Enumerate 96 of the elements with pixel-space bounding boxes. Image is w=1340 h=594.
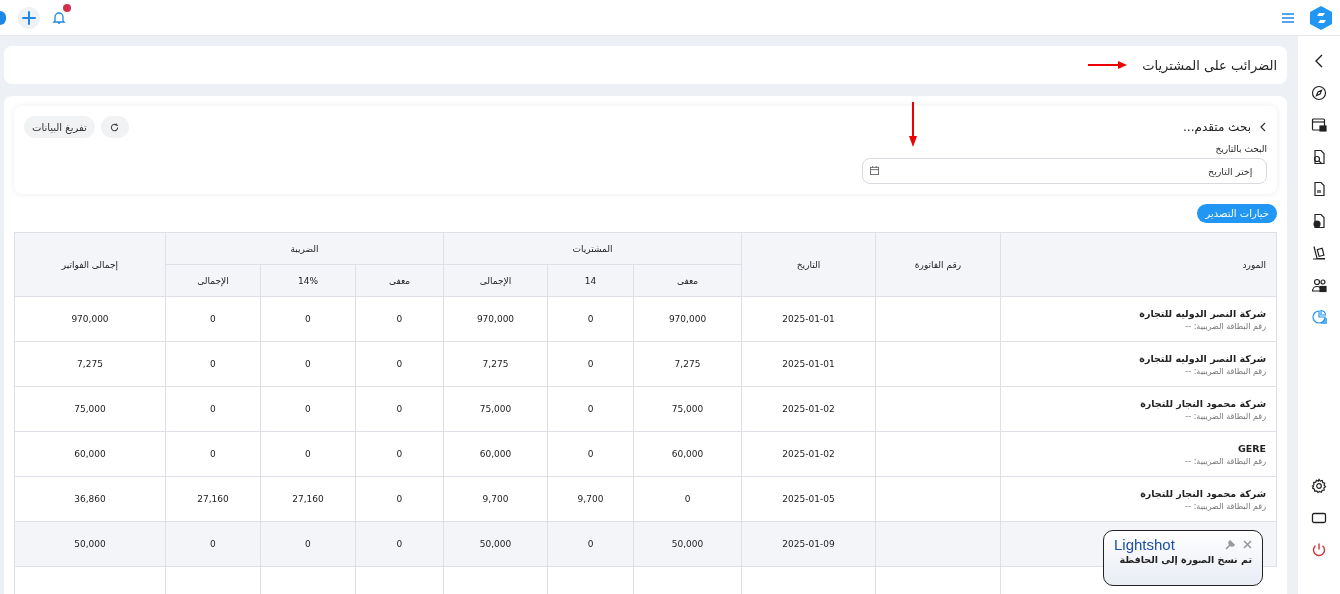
table-cell: 75,000 [633,386,742,432]
table-cell: 0 [165,431,261,477]
table-cell: 60,000 [633,431,742,477]
date-label: البحث بالتاريخ [1214,144,1267,154]
column-header: معفى [355,264,444,297]
table-cell: 0 [355,431,444,477]
table-cell: 2025-01-02 [741,431,876,477]
table-cell: 0 [165,296,261,342]
table-cell: 2025-01-01 [741,296,876,342]
table-cell: 0 [355,476,444,522]
pie-chart-icon[interactable] [1311,309,1327,325]
table-cell: 7,275 [14,341,166,387]
table-cell: 0 [547,521,634,567]
table-cell: 9,700 [547,476,634,522]
table-cell: 9,700 [443,476,548,522]
bell-icon [52,10,66,25]
clear-data-button[interactable]: تفريغ البيانات [24,116,95,138]
power-icon[interactable] [1311,542,1327,558]
column-group-header: المشتريات [443,232,742,265]
close-icon[interactable] [1243,540,1252,549]
table-cell: 970,000 [443,296,548,342]
wrench-icon[interactable] [1225,539,1235,550]
table-cell: 50,000 [633,521,742,567]
hand-truck-icon[interactable] [1311,245,1327,261]
supplier-cell: شركة النصر الدوليه للتجارة رقم البطاقة الضريبية: -- [1000,341,1277,387]
column-header: 14% [260,264,356,297]
table-cell: 60,000 [14,431,166,477]
compass-icon[interactable] [1311,85,1327,101]
table-cell: 27,160 [260,476,356,522]
table-cell: 0 [260,431,356,477]
supplier-cell: شركة محمود النجار للتجارة رقم البطاقة الضريبية: -- [1000,476,1277,522]
column-header: إجمالى الفواتير [14,232,166,297]
table-cell: 50,000 [443,521,548,567]
document-search-icon[interactable] [1311,149,1327,165]
avatar[interactable] [0,10,6,25]
table-cell: 0 [547,296,634,342]
toast-message: تم نسخ الصورة إلى الحافظة [1118,554,1252,565]
refresh-button[interactable] [100,116,129,138]
table-cell: 0 [260,521,356,567]
table-cell: 7,275 [633,341,742,387]
advanced-search-toggle[interactable]: بحث متقدم... [1183,120,1267,134]
page-title: الضرائب على المشتريات [1142,57,1277,73]
column-header: رقم الفاتورة [875,232,1001,297]
table-cell: 50,000 [14,521,166,567]
column-header: الإجمالى [165,264,261,297]
supplier-cell: شركة محمود النجار للتجارة رقم البطاقة الضريبية: -- [1000,386,1277,432]
annotation-arrow [1088,60,1129,70]
column-header: 14 [547,264,634,297]
column-group-header: الضريبة [165,232,444,265]
table-cell: 0 [355,296,444,342]
users-icon[interactable] [1311,277,1327,293]
table-cell: 2025-01-05 [741,476,876,522]
table-cell: 0 [165,521,261,567]
menu-icon[interactable] [1282,12,1294,23]
screen-icon[interactable] [1311,510,1327,526]
table-cell: 2025-01-09 [741,521,876,567]
document-chart-icon[interactable] [1311,213,1327,229]
column-header: المورد [1000,232,1277,297]
table-cell: 0 [633,476,742,522]
table-cell: 75,000 [443,386,548,432]
column-header: الإجمالى [443,264,548,297]
supplier-cell: شركة النصر الدوليه للتجارة رقم البطاقة الضريبية: -- [1000,296,1277,342]
annotation-arrow [908,102,918,148]
table-cell: 0 [547,386,634,432]
table-cell: 0 [355,521,444,567]
table-cell: 0 [165,341,261,387]
table-cell: 970,000 [14,296,166,342]
column-header: التاريخ [741,232,876,297]
settings-icon[interactable] [1311,478,1327,494]
register-icon[interactable] [1311,117,1327,133]
table-cell: 0 [260,386,356,432]
date-field[interactable]: إختر التاريخ [862,158,1267,184]
table-cell: 7,275 [443,341,548,387]
table-cell: 0 [547,431,634,477]
table-cell: 27,160 [165,476,261,522]
table-cell: 75,000 [14,386,166,432]
chevron-icon [1259,122,1267,132]
table-cell: 970,000 [633,296,742,342]
logo-icon [1310,5,1332,30]
table-cell: 0 [165,386,261,432]
table-cell: 0 [260,296,356,342]
table-cell: 60,000 [443,431,548,477]
column-header: معفى [633,264,742,297]
table-cell: 0 [260,341,356,387]
table-cell: 2025-01-02 [741,386,876,432]
calendar-icon [870,166,879,175]
add-button[interactable] [18,6,40,29]
table-cell: 36,860 [14,476,166,522]
table-cell: 2025-01-01 [741,341,876,387]
table-cell: 0 [355,386,444,432]
toast-title: Lightshot [1114,536,1175,553]
table-cell: 0 [355,341,444,387]
document-icon[interactable] [1311,181,1327,197]
table-cell: 0 [547,341,634,387]
notification-badge [63,3,71,12]
refresh-icon [110,122,120,132]
